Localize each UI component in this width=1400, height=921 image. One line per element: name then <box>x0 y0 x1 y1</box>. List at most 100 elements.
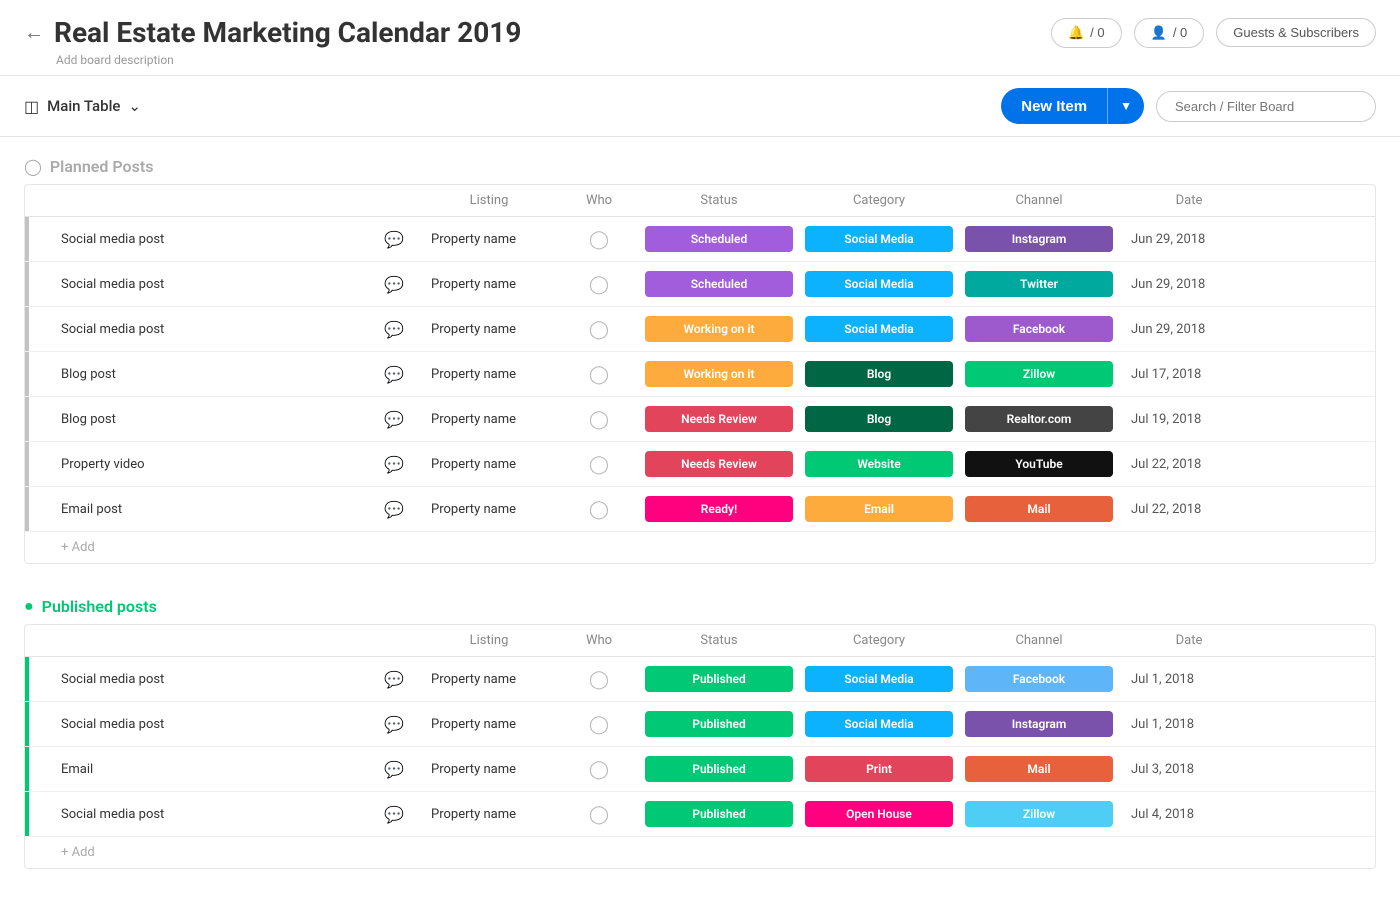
row-comment[interactable]: 💬 <box>369 662 419 697</box>
category-badge: Email <box>805 496 953 522</box>
comment-icon[interactable]: 💬 <box>384 320 404 339</box>
row-comment[interactable]: 💬 <box>369 357 419 392</box>
row-who[interactable]: ◯ <box>559 661 639 698</box>
row-category[interactable]: Open House <box>799 797 959 831</box>
row-who[interactable]: ◯ <box>559 446 639 483</box>
row-channel[interactable]: Zillow <box>959 357 1119 391</box>
row-category[interactable]: Email <box>799 492 959 526</box>
share-icon[interactable]: ← <box>24 20 44 45</box>
row-channel[interactable]: Mail <box>959 752 1119 786</box>
row-channel[interactable]: YouTube <box>959 447 1119 481</box>
row-indicator-cell <box>25 262 49 306</box>
row-category[interactable]: Website <box>799 447 959 481</box>
row-status[interactable]: Published <box>639 707 799 741</box>
row-status[interactable]: Scheduled <box>639 222 799 256</box>
activity-button[interactable]: 🔔 / 0 <box>1051 18 1122 48</box>
comment-icon[interactable]: 💬 <box>384 275 404 294</box>
group-header-planned[interactable]: ◯ Planned Posts <box>24 157 1376 176</box>
person-icon[interactable]: ◯ <box>589 669 609 690</box>
row-who[interactable]: ◯ <box>559 491 639 528</box>
row-comment[interactable]: 💬 <box>369 222 419 257</box>
person-icon[interactable]: ◯ <box>589 499 609 520</box>
person-icon[interactable]: ◯ <box>589 229 609 250</box>
new-item-button[interactable]: New Item ▼ <box>1001 88 1144 124</box>
person-icon[interactable]: ◯ <box>589 319 609 340</box>
row-who[interactable]: ◯ <box>559 751 639 788</box>
row-channel[interactable]: Instagram <box>959 222 1119 256</box>
row-comment[interactable]: 💬 <box>369 267 419 302</box>
person-icon[interactable]: ◯ <box>589 759 609 780</box>
person-icon[interactable]: ◯ <box>589 409 609 430</box>
row-channel[interactable]: Instagram <box>959 707 1119 741</box>
comment-icon[interactable]: 💬 <box>384 670 404 689</box>
row-status[interactable]: Published <box>639 752 799 786</box>
status-badge: Published <box>645 711 793 737</box>
search-input[interactable] <box>1156 91 1376 122</box>
category-badge: Blog <box>805 406 953 432</box>
row-comment[interactable]: 💬 <box>369 797 419 832</box>
row-who[interactable]: ◯ <box>559 221 639 258</box>
comment-icon[interactable]: 💬 <box>384 410 404 429</box>
row-who[interactable]: ◯ <box>559 796 639 833</box>
status-badge: Published <box>645 666 793 692</box>
status-badge: Scheduled <box>645 226 793 252</box>
person-icon[interactable]: ◯ <box>589 804 609 825</box>
row-category[interactable]: Social Media <box>799 662 959 696</box>
new-item-dropdown-arrow[interactable]: ▼ <box>1108 91 1144 121</box>
row-status[interactable]: Working on it <box>639 357 799 391</box>
comment-icon[interactable]: 💬 <box>384 500 404 519</box>
comment-icon[interactable]: 💬 <box>384 760 404 779</box>
add-row-button[interactable]: + Add <box>25 837 1375 868</box>
row-status[interactable]: Needs Review <box>639 402 799 436</box>
row-who[interactable]: ◯ <box>559 266 639 303</box>
comment-icon[interactable]: 💬 <box>384 230 404 249</box>
comment-icon[interactable]: 💬 <box>384 715 404 734</box>
col-who: Who <box>559 625 639 656</box>
row-channel[interactable]: Facebook <box>959 312 1119 346</box>
row-channel[interactable]: Mail <box>959 492 1119 526</box>
row-who[interactable]: ◯ <box>559 311 639 348</box>
row-comment[interactable]: 💬 <box>369 312 419 347</box>
main-table-button[interactable]: ◫ Main Table ⌄ <box>24 97 141 116</box>
row-status[interactable]: Ready! <box>639 492 799 526</box>
comment-icon[interactable]: 💬 <box>384 455 404 474</box>
row-who[interactable]: ◯ <box>559 706 639 743</box>
bell-icon: 🔔 <box>1068 25 1084 41</box>
row-channel[interactable]: Zillow <box>959 797 1119 831</box>
row-comment[interactable]: 💬 <box>369 752 419 787</box>
person-icon[interactable]: ◯ <box>589 274 609 295</box>
row-category[interactable]: Social Media <box>799 312 959 346</box>
row-comment[interactable]: 💬 <box>369 402 419 437</box>
guests-button[interactable]: Guests & Subscribers <box>1216 18 1376 47</box>
person-icon[interactable]: ◯ <box>589 714 609 735</box>
row-who[interactable]: ◯ <box>559 401 639 438</box>
invite-button[interactable]: 👤 / 0 <box>1134 18 1205 48</box>
row-status[interactable]: Scheduled <box>639 267 799 301</box>
person-icon[interactable]: ◯ <box>589 364 609 385</box>
row-category[interactable]: Blog <box>799 402 959 436</box>
row-status[interactable]: Working on it <box>639 312 799 346</box>
row-channel[interactable]: Realtor.com <box>959 402 1119 436</box>
row-comment[interactable]: 💬 <box>369 492 419 527</box>
row-channel[interactable]: Twitter <box>959 267 1119 301</box>
row-status[interactable]: Needs Review <box>639 447 799 481</box>
row-category[interactable]: Social Media <box>799 222 959 256</box>
row-indicator-cell <box>25 792 49 836</box>
row-status[interactable]: Published <box>639 797 799 831</box>
add-row-button[interactable]: + Add <box>25 532 1375 563</box>
row-who[interactable]: ◯ <box>559 356 639 393</box>
row-status[interactable]: Published <box>639 662 799 696</box>
row-category[interactable]: Social Media <box>799 267 959 301</box>
row-channel[interactable]: Facebook <box>959 662 1119 696</box>
group-header-published[interactable]: ● Published posts <box>24 596 1376 616</box>
comment-icon[interactable]: 💬 <box>384 805 404 824</box>
status-badge: Working on it <box>645 316 793 342</box>
row-comment[interactable]: 💬 <box>369 447 419 482</box>
row-comment[interactable]: 💬 <box>369 707 419 742</box>
row-category[interactable]: Blog <box>799 357 959 391</box>
row-category[interactable]: Print <box>799 752 959 786</box>
row-category[interactable]: Social Media <box>799 707 959 741</box>
status-badge: Needs Review <box>645 451 793 477</box>
person-icon[interactable]: ◯ <box>589 454 609 475</box>
comment-icon[interactable]: 💬 <box>384 365 404 384</box>
